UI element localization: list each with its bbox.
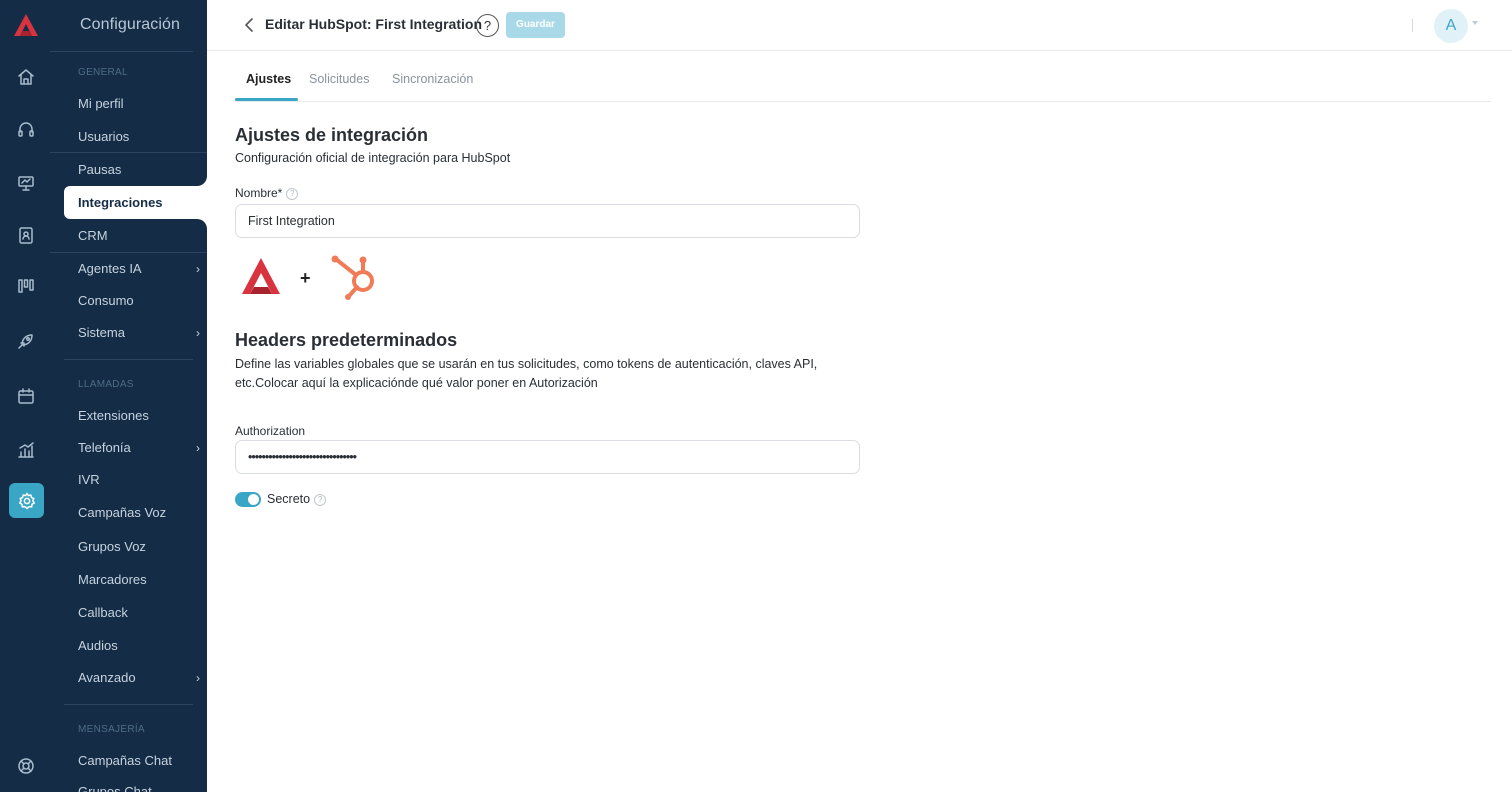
headers-description: Define las variables globales que se usa… — [235, 357, 818, 390]
sidebar-item-extensiones[interactable]: Extensiones — [78, 406, 198, 426]
active-curve-bottom — [197, 219, 207, 229]
section-general: GENERAL — [78, 67, 128, 78]
support-icon[interactable] — [13, 753, 39, 779]
help-icon[interactable]: ? — [476, 14, 499, 37]
rocket-icon[interactable] — [13, 328, 39, 354]
chevron-right-icon: › — [196, 326, 200, 340]
settings-heading: Ajustes de integración — [235, 125, 429, 145]
settings-subtitle: Configuración oficial de integración par… — [235, 151, 511, 165]
integration-logos: + — [242, 255, 374, 300]
sidebar-item-audios[interactable]: Audios — [78, 636, 198, 656]
sidebar-item-label: Agentes IA — [78, 261, 142, 276]
tab-ajustes[interactable]: Ajustes — [246, 72, 291, 86]
analytics-icon[interactable] — [13, 437, 39, 463]
name-label: Nombre*? — [235, 186, 299, 200]
avatar[interactable]: A — [1434, 9, 1468, 43]
sidebar-item-label: Avanzado — [78, 670, 136, 685]
divider — [50, 252, 207, 253]
divider — [50, 51, 193, 52]
logo-icon — [242, 258, 280, 294]
sidebar-item-ivr[interactable]: IVR — [78, 470, 198, 490]
sidebar-item-label: Telefonía — [78, 440, 131, 455]
logo-icon[interactable] — [11, 12, 41, 38]
sidebar-item-agentes-ia[interactable]: Agentes IA › — [78, 259, 200, 279]
page-title: Editar HubSpot: First Integration — [265, 16, 482, 32]
page-header: Editar HubSpot: First Integration ? Guar… — [207, 0, 1512, 51]
secret-label: Secreto? — [267, 492, 327, 506]
chevron-left-icon[interactable] — [241, 16, 257, 34]
tab-bar: Ajustes Solicitudes Sincronización — [235, 64, 1491, 102]
authorization-label: Authorization — [235, 424, 306, 438]
sidebar-item-avanzado[interactable]: Avanzado › — [78, 668, 200, 688]
chevron-right-icon: › — [196, 441, 200, 455]
sidebar-item-campanas-chat[interactable]: Campañas Chat — [78, 751, 198, 771]
divider — [50, 152, 207, 153]
tab-sincronizacion[interactable]: Sincronización — [392, 72, 473, 86]
sidebar-item-sistema[interactable]: Sistema › — [78, 323, 200, 343]
sidebar-item-telefonia[interactable]: Telefonía › — [78, 438, 200, 458]
headers-heading: Headers predeterminados — [235, 330, 458, 350]
divider — [64, 359, 193, 360]
headset-icon[interactable] — [13, 117, 39, 143]
tab-solicitudes[interactable]: Solicitudes — [309, 72, 369, 86]
sidebar-title: Configuración — [80, 16, 181, 33]
sidebar-item-campanas-voz[interactable]: Campañas Voz — [78, 503, 198, 523]
divider — [64, 704, 193, 705]
chevron-right-icon: › — [196, 671, 200, 685]
sidebar-item-callback[interactable]: Callback — [78, 603, 198, 623]
save-button[interactable]: Guardar — [506, 12, 565, 38]
plus-sign: + — [300, 268, 311, 288]
sidebar-item-marcadores[interactable]: Marcadores — [78, 570, 198, 590]
sidebar-item-label: Sistema — [78, 325, 125, 340]
authorization-field[interactable] — [235, 440, 860, 474]
home-icon[interactable] — [13, 64, 39, 90]
sidebar-item-label: Integraciones — [78, 195, 163, 210]
sidebar-item-mi-perfil[interactable]: Mi perfil — [78, 94, 198, 114]
secret-label-text: Secreto — [267, 492, 311, 506]
sidebar-item-grupos-voz[interactable]: Grupos Voz — [78, 537, 198, 557]
sidebar-item-integraciones[interactable]: Integraciones — [64, 186, 207, 219]
chevron-right-icon: › — [196, 262, 200, 276]
contacts-icon[interactable] — [13, 222, 39, 248]
info-icon[interactable]: ? — [314, 494, 327, 506]
secret-toggle[interactable] — [235, 492, 261, 507]
divider — [1412, 19, 1413, 32]
active-tab-indicator — [235, 98, 298, 101]
caret-down-icon[interactable] — [1472, 21, 1478, 25]
gear-icon[interactable] — [9, 483, 44, 518]
sidebar-item-consumo[interactable]: Consumo — [78, 291, 198, 311]
section-llamadas: LLAMADAS — [78, 379, 134, 390]
kanban-icon[interactable] — [13, 273, 39, 299]
info-icon[interactable]: ? — [286, 188, 299, 200]
sidebar-item-crm[interactable]: CRM — [78, 226, 198, 246]
section-mensajeria: MENSAJERÍA — [78, 724, 145, 735]
sidebar-item-pausas[interactable]: Pausas — [78, 160, 198, 180]
calendar-icon[interactable] — [13, 383, 39, 409]
name-label-text: Nombre* — [235, 186, 283, 200]
settings-sidebar: Configuración GENERAL Mi perfil Usuarios… — [50, 0, 207, 792]
sidebar-item-usuarios[interactable]: Usuarios — [78, 127, 198, 147]
active-curve-top — [197, 176, 207, 186]
hubspot-icon — [335, 258, 374, 298]
name-field[interactable] — [235, 204, 860, 238]
icon-rail — [0, 0, 50, 792]
sidebar-item-grupos-chat[interactable]: Grupos Chat — [78, 782, 198, 792]
monitor-icon[interactable] — [13, 170, 39, 196]
